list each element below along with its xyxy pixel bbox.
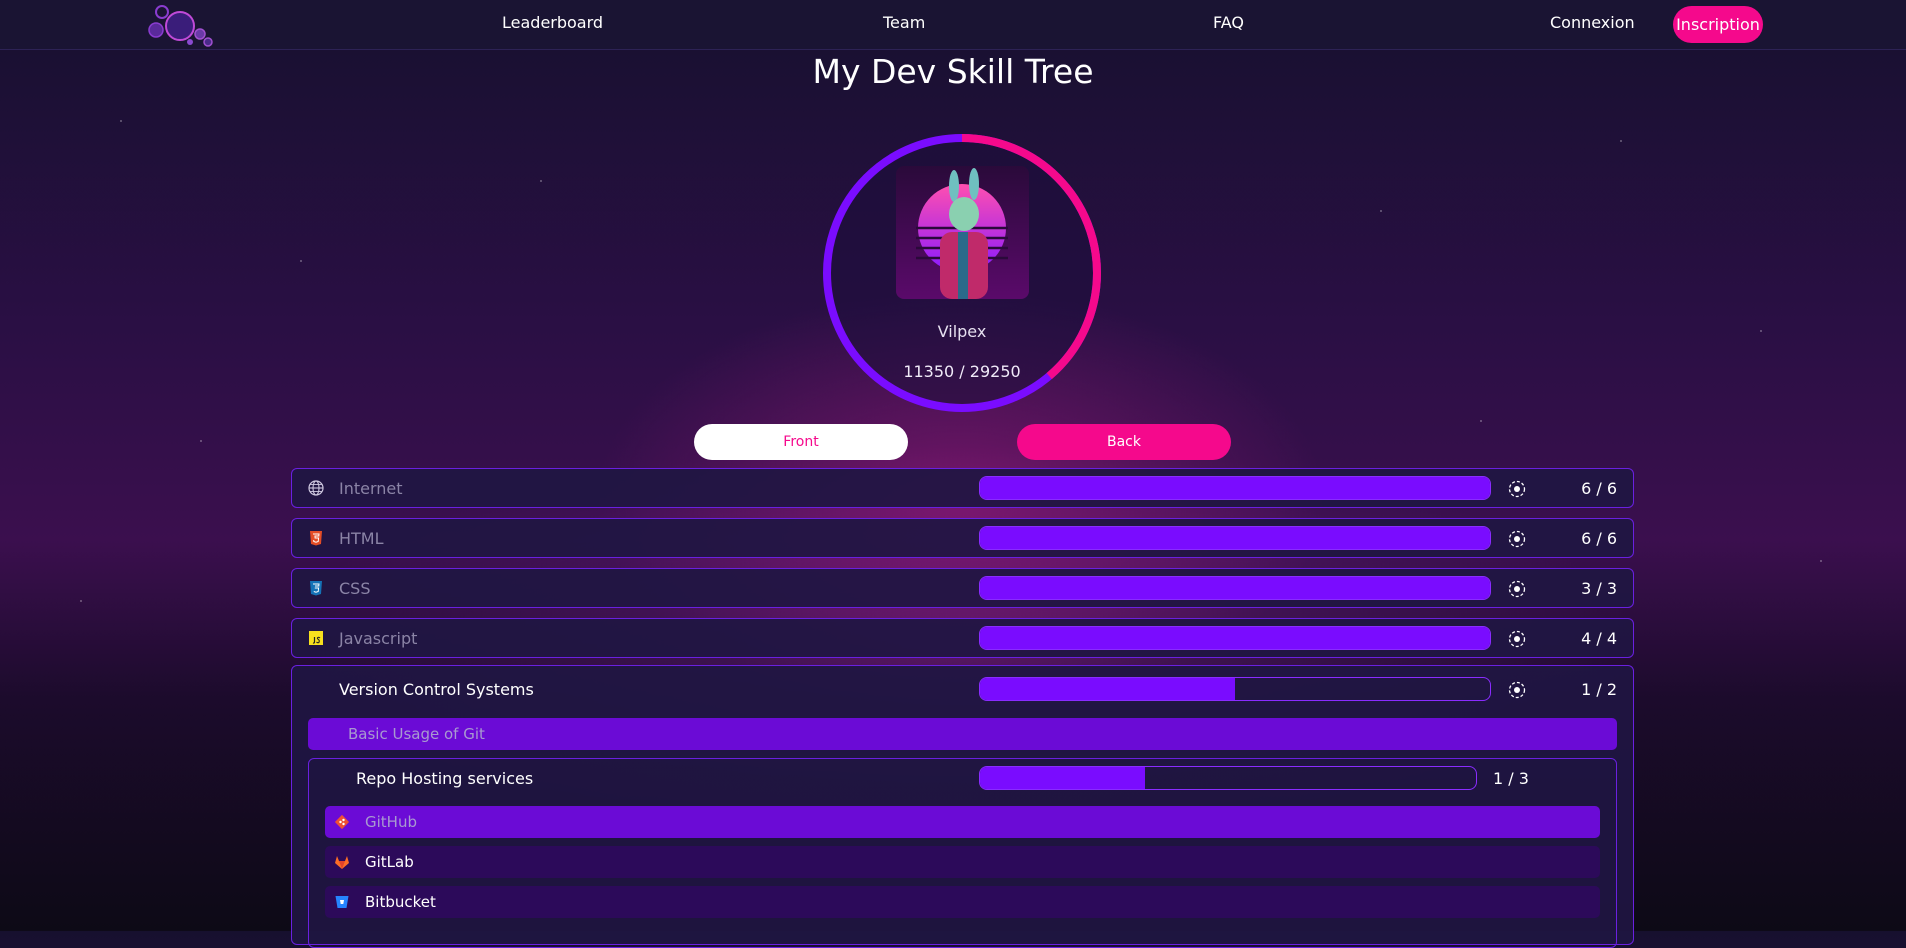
nav-leaderboard-link[interactable]: Leaderboard bbox=[502, 13, 603, 32]
skill-row-css[interactable]: CSS 3 / 3 bbox=[291, 568, 1634, 608]
nav-faq-link[interactable]: FAQ bbox=[1213, 13, 1244, 32]
repo-item-bitbucket[interactable]: Bitbucket bbox=[325, 886, 1600, 918]
target-icon[interactable] bbox=[1508, 530, 1526, 548]
skill-count: 6 / 6 bbox=[1581, 529, 1617, 548]
repo-progress-bar bbox=[979, 766, 1477, 790]
bitbucket-icon bbox=[335, 896, 349, 908]
git-icon bbox=[334, 814, 350, 830]
repo-count: 1 / 3 bbox=[1493, 769, 1529, 788]
skill-row-internet[interactable]: Internet 6 / 6 bbox=[291, 468, 1634, 508]
login-link[interactable]: Connexion bbox=[1550, 13, 1635, 32]
skill-progress-fill bbox=[980, 477, 1490, 499]
skill-label: Javascript bbox=[339, 629, 418, 648]
sub-skill-git-basics[interactable]: Basic Usage of Git bbox=[308, 718, 1617, 750]
avatar bbox=[896, 166, 1029, 299]
repo-group-label[interactable]: Repo Hosting services bbox=[356, 769, 533, 788]
skill-label: CSS bbox=[339, 579, 371, 598]
skill-group-version-control: Version Control Systems 1 / 2 Basic Usag… bbox=[291, 665, 1634, 948]
target-icon[interactable] bbox=[1508, 681, 1526, 699]
skill-progress-bar bbox=[979, 626, 1491, 650]
javascript-icon bbox=[309, 631, 323, 645]
skill-label: HTML bbox=[339, 529, 384, 548]
skill-progress-bar bbox=[979, 526, 1491, 550]
repo-item-label: Bitbucket bbox=[365, 893, 436, 911]
vcs-progress-fill bbox=[980, 678, 1235, 700]
skill-row-javascript[interactable]: Javascript 4 / 4 bbox=[291, 618, 1634, 658]
top-nav: Leaderboard Team FAQ Connexion Inscripti… bbox=[0, 0, 1906, 50]
nav-team-link[interactable]: Team bbox=[883, 13, 925, 32]
gitlab-icon bbox=[335, 856, 349, 869]
tab-back[interactable]: Back bbox=[1017, 424, 1231, 460]
signup-button[interactable]: Inscription bbox=[1673, 6, 1763, 43]
sub-skill-label: Basic Usage of Git bbox=[348, 725, 485, 743]
target-icon[interactable] bbox=[1508, 630, 1526, 648]
skill-count: 6 / 6 bbox=[1581, 479, 1617, 498]
repo-item-gitlab[interactable]: GitLab bbox=[325, 846, 1600, 878]
html5-icon bbox=[310, 531, 322, 546]
skill-count: 3 / 3 bbox=[1581, 579, 1617, 598]
skill-progress-fill bbox=[980, 527, 1490, 549]
globe-icon bbox=[308, 480, 324, 496]
username: Vilpex bbox=[937, 322, 987, 341]
repo-item-label: GitLab bbox=[365, 853, 414, 871]
skill-count: 4 / 4 bbox=[1581, 629, 1617, 648]
skill-row-html[interactable]: HTML 6 / 6 bbox=[291, 518, 1634, 558]
target-icon[interactable] bbox=[1508, 580, 1526, 598]
repo-progress-fill bbox=[980, 767, 1146, 789]
skill-progress-fill bbox=[980, 577, 1490, 599]
skill-progress-bar bbox=[979, 576, 1491, 600]
repo-item-label: GitHub bbox=[365, 813, 417, 831]
vcs-progress-bar bbox=[979, 677, 1491, 701]
target-icon[interactable] bbox=[1508, 480, 1526, 498]
skill-progress-fill bbox=[980, 627, 1490, 649]
page-title: My Dev Skill Tree bbox=[812, 52, 1094, 91]
skill-group-repo-hosting: Repo Hosting services 1 / 3 GitHub GitLa… bbox=[308, 758, 1617, 948]
score-text: 11350 / 29250 bbox=[903, 362, 1021, 381]
skill-label: Internet bbox=[339, 479, 403, 498]
repo-item-github[interactable]: GitHub bbox=[325, 806, 1600, 838]
skill-group-label[interactable]: Version Control Systems bbox=[339, 680, 534, 699]
vcs-count: 1 / 2 bbox=[1581, 680, 1617, 699]
tab-front[interactable]: Front bbox=[694, 424, 908, 460]
site-logo[interactable] bbox=[146, 2, 216, 48]
skill-progress-bar bbox=[979, 476, 1491, 500]
css3-icon bbox=[310, 581, 322, 596]
